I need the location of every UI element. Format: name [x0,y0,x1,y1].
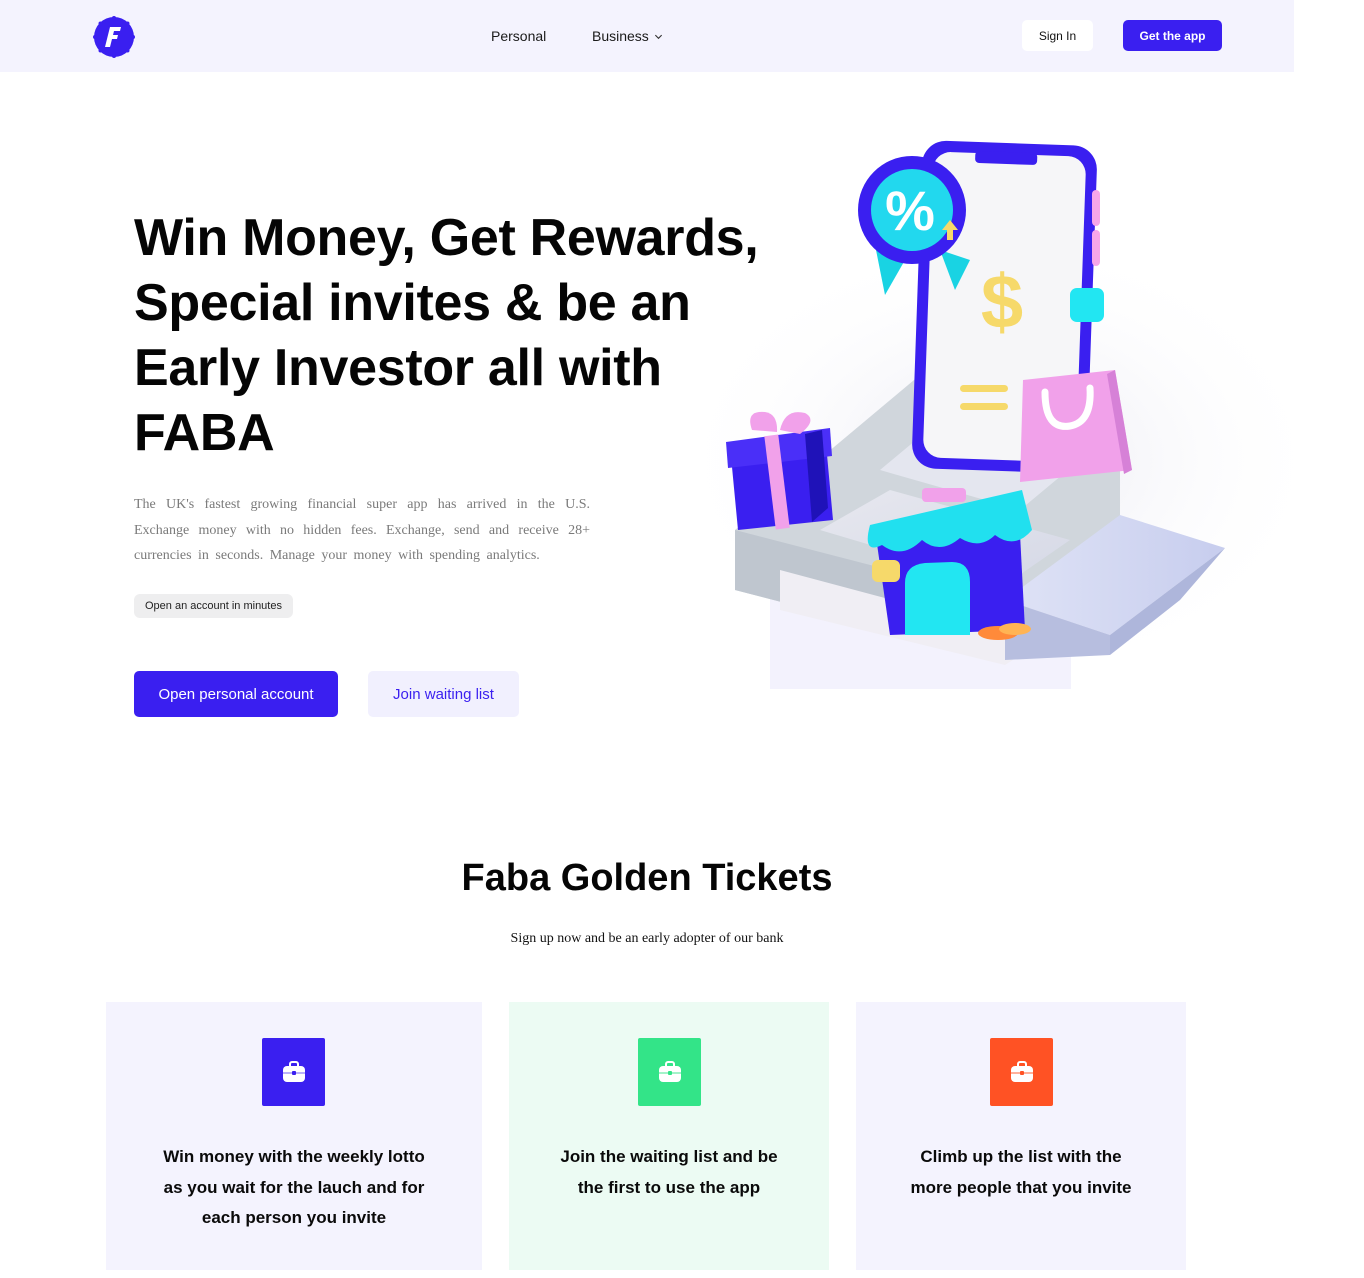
chevron-down-icon [654,34,662,39]
section-title: Faba Golden Tickets [461,857,833,899]
feature-card-climb-list: Climb up the list with the more people t… [856,1002,1186,1270]
nav-business-label: Business [592,28,649,44]
hero-illustration: $ % [670,140,1300,690]
join-waiting-list-button[interactable]: Join waiting list [368,671,519,717]
briefcase-icon [638,1038,701,1106]
top-navbar: Personal Business Sign In Get the app [0,0,1294,72]
feature-card-weekly-lotto: Win money with the weekly lotto as you w… [106,1002,482,1270]
sign-in-button[interactable]: Sign In [1022,20,1093,51]
feature-card-text: Join the waiting list and be the first t… [560,1147,778,1197]
hero-description: The UK's fastest growing financial super… [134,497,590,563]
svg-text:$: $ [981,260,1023,345]
feature-card-waiting-list: Join the waiting list and be the first t… [509,1002,829,1270]
svg-text:%: % [885,179,935,242]
feature-card-text: Win money with the weekly lotto as you w… [163,1147,425,1227]
briefcase-icon [262,1038,325,1106]
section-subtitle: Sign up now and be an early adopter of o… [510,931,784,946]
briefcase-icon [990,1038,1053,1106]
get-app-button[interactable]: Get the app [1123,20,1222,51]
feature-card-text: Climb up the list with the more people t… [910,1147,1132,1197]
nav-personal-link[interactable]: Personal [491,28,546,44]
open-personal-account-button[interactable]: Open personal account [134,671,338,717]
hero-badge: Open an account in minutes [134,594,293,618]
nav-business-dropdown[interactable]: Business [592,28,663,44]
faba-logo-icon[interactable] [93,16,135,58]
